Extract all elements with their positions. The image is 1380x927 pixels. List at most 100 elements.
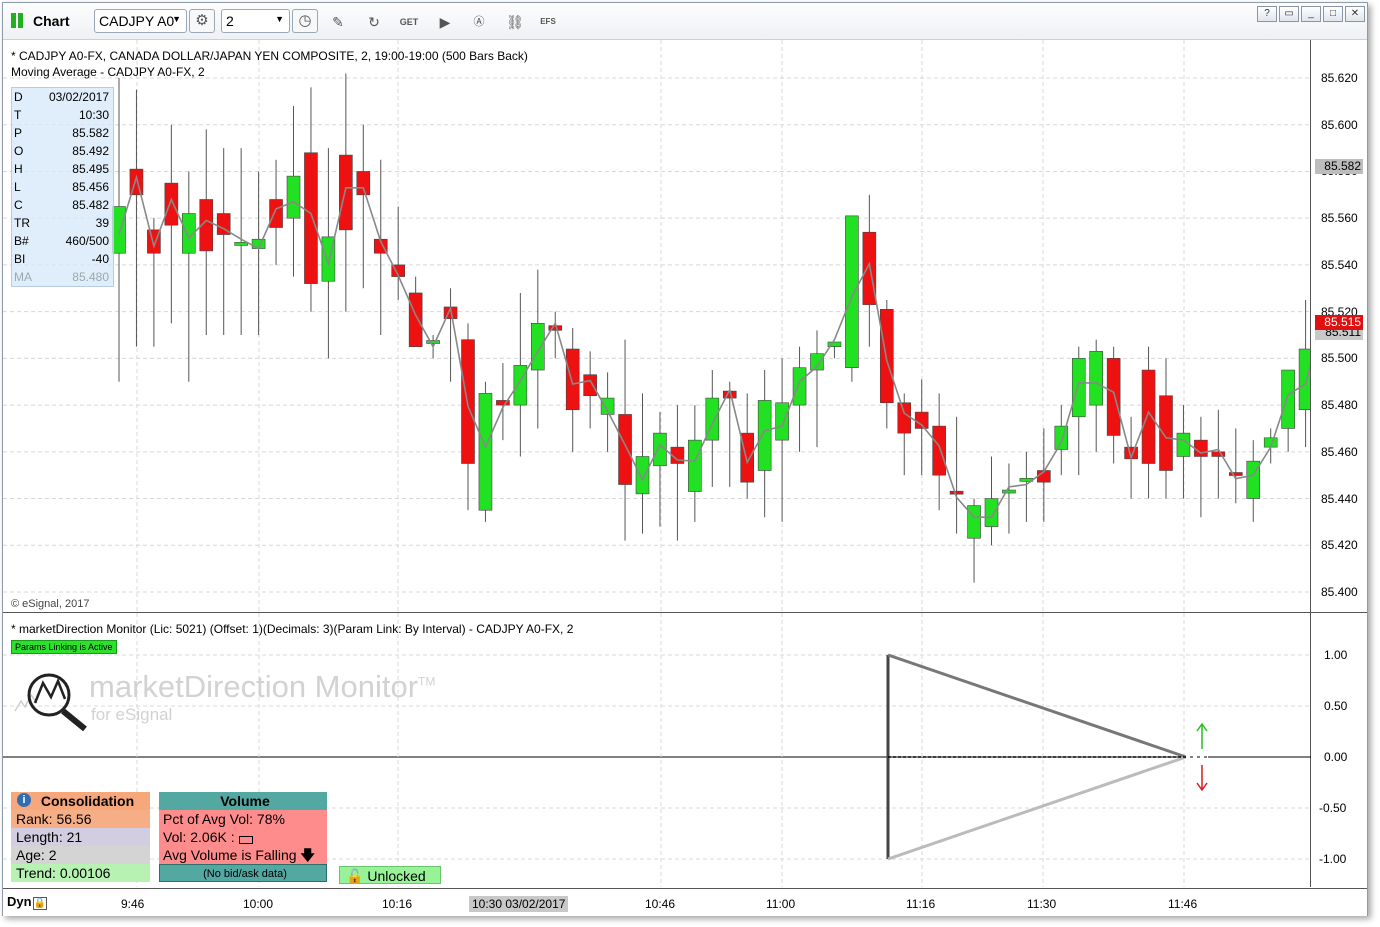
indicator-pane[interactable]: * marketDirection Monitor (Lic: 5021) (O…	[3, 613, 1311, 887]
triangle-lower-edge	[887, 755, 1187, 861]
consolidation-header: i Consolidation	[11, 792, 150, 810]
price-tick-label: 85.600	[1321, 117, 1358, 132]
time-template-button[interactable]: ◷	[292, 9, 318, 33]
window-title: Chart	[33, 13, 70, 29]
data-window-value: 85.495	[72, 162, 109, 176]
candle-body	[792, 367, 807, 406]
candle-body	[1071, 358, 1086, 418]
price-tick-label: 85.560	[1321, 211, 1358, 226]
data-window-row: O 85.492	[14, 142, 111, 160]
candle-body	[286, 175, 301, 219]
price-tick-label: 85.480	[1321, 398, 1358, 413]
unlock-label: Unlocked	[367, 868, 426, 884]
candle-body	[984, 498, 999, 527]
candle	[1089, 339, 1103, 452]
link-icon[interactable]: ⛓	[505, 12, 525, 32]
data-window-row: MA 85.480	[14, 268, 111, 286]
candle	[757, 370, 772, 518]
volume-value-text: Vol: 2.06K :	[163, 829, 235, 845]
data-window-row: TR 39	[14, 214, 111, 232]
info-icon: i	[17, 793, 31, 807]
candle-body	[164, 182, 179, 226]
candle	[688, 405, 702, 522]
candle	[478, 381, 493, 522]
price-tick-label: 85.460	[1321, 444, 1358, 459]
maximize-button[interactable]: □	[1323, 6, 1343, 22]
candle	[670, 405, 685, 541]
candle	[705, 370, 720, 487]
interval-value: 2	[226, 13, 234, 29]
price-pane[interactable]: * CADJPY A0-FX, CANADA DOLLAR/JAPAN YEN …	[3, 40, 1330, 612]
close-button[interactable]: ✕	[1345, 6, 1365, 22]
minimize-button[interactable]: _	[1301, 6, 1321, 22]
candle-body	[1141, 369, 1156, 464]
volume-trend-text: Avg Volume is Falling	[163, 847, 297, 863]
candle	[199, 129, 214, 335]
candle-body	[1194, 439, 1208, 457]
candle-body	[775, 402, 789, 441]
candle	[932, 393, 946, 511]
unlock-button[interactable]: 🔓 Unlocked	[339, 866, 441, 884]
volume-panel: Volume Pct of Avg Vol: 78% Vol: 2.06K : …	[159, 792, 327, 884]
candle-body	[339, 154, 353, 231]
data-window-value: 85.492	[72, 144, 109, 158]
candle	[408, 276, 423, 347]
a-icon[interactable]: Ⓐ	[469, 12, 489, 32]
price-tick-label: 85.400	[1321, 585, 1358, 599]
pencil-icon[interactable]: ✎	[328, 12, 348, 32]
copyright: © eSignal, 2017	[11, 598, 90, 610]
chart-window: Chart CADJPY A0 ▼ ⚙ 2 ▼ ◷ ✎ ↻ GET ▶ Ⓐ ⛓ EF…	[2, 2, 1368, 916]
price-legend-ma: Moving Average - CADJPY A0-FX, 2	[11, 65, 205, 79]
price-chart[interactable]	[3, 40, 1330, 612]
data-window-key: O	[14, 144, 24, 158]
data-window-row: T 10:30	[14, 106, 111, 124]
moving-average-line	[118, 174, 1324, 519]
data-window-row: L 85.456	[14, 178, 111, 196]
data-window-value: 85.482	[72, 198, 109, 212]
efs-icon[interactable]: EFS	[538, 12, 558, 32]
candle-body	[530, 323, 545, 371]
data-window-value: 39	[95, 216, 109, 230]
consolidation-header-text: Consolidation	[40, 793, 135, 809]
data-window-value: 03/02/2017	[48, 90, 109, 104]
get-icon[interactable]: GET	[399, 12, 419, 32]
price-axis[interactable]: 85.62085.60085.58085.56085.54085.52085.5…	[1311, 40, 1367, 612]
help-button[interactable]: ?	[1257, 6, 1277, 22]
refresh-icon[interactable]: ↻	[364, 12, 384, 32]
candle	[339, 73, 353, 312]
candle	[653, 412, 667, 527]
symbol-selector[interactable]: CADJPY A0 ▼	[94, 9, 187, 33]
candle	[112, 78, 126, 382]
indicator-tick-label: 1.00	[1324, 648, 1348, 662]
data-window-key: H	[14, 162, 23, 176]
dynamic-button[interactable]: Dyn 🔒	[7, 894, 48, 910]
lock-icon: 🔒	[32, 897, 48, 910]
play-icon[interactable]: ▶	[435, 12, 455, 32]
indicator-tick-label: -1.00	[1319, 852, 1347, 866]
indicator-axis[interactable]: 1.00 0.50 0.00 -0.50 -1.00	[1311, 613, 1367, 887]
candle-body	[304, 152, 318, 284]
interval-settings-button[interactable]: ⚙	[189, 9, 215, 33]
interval-selector[interactable]: 2 ▼	[221, 9, 290, 33]
candle	[164, 124, 179, 324]
candle	[792, 346, 807, 452]
restore-button[interactable]: ▭	[1279, 6, 1299, 22]
candle-body	[1281, 369, 1295, 429]
time-axis[interactable]: Dyn 🔒 10:30 03/02/2017 9:46 10:00 10:16 10:4…	[3, 888, 1367, 916]
logo-tm: TM	[418, 674, 436, 689]
arrow-up-icon	[1196, 722, 1208, 749]
indicator-tick-label: -0.50	[1319, 801, 1347, 815]
candle-body	[967, 505, 981, 539]
candle	[1211, 409, 1226, 499]
consolidation-age: Age: 2	[11, 846, 150, 864]
market-direction-logo-icon	[14, 673, 87, 731]
candle-body	[932, 425, 946, 476]
data-window-key: BI	[14, 252, 26, 266]
candle-body	[234, 242, 248, 246]
candle	[548, 311, 563, 359]
data-window-key: C	[14, 198, 23, 212]
data-window-key: L	[14, 180, 21, 194]
params-linking-badge: Params Linking is Active	[11, 640, 117, 654]
data-window-row: D 03/02/2017	[14, 88, 111, 106]
candle-body	[356, 171, 371, 196]
